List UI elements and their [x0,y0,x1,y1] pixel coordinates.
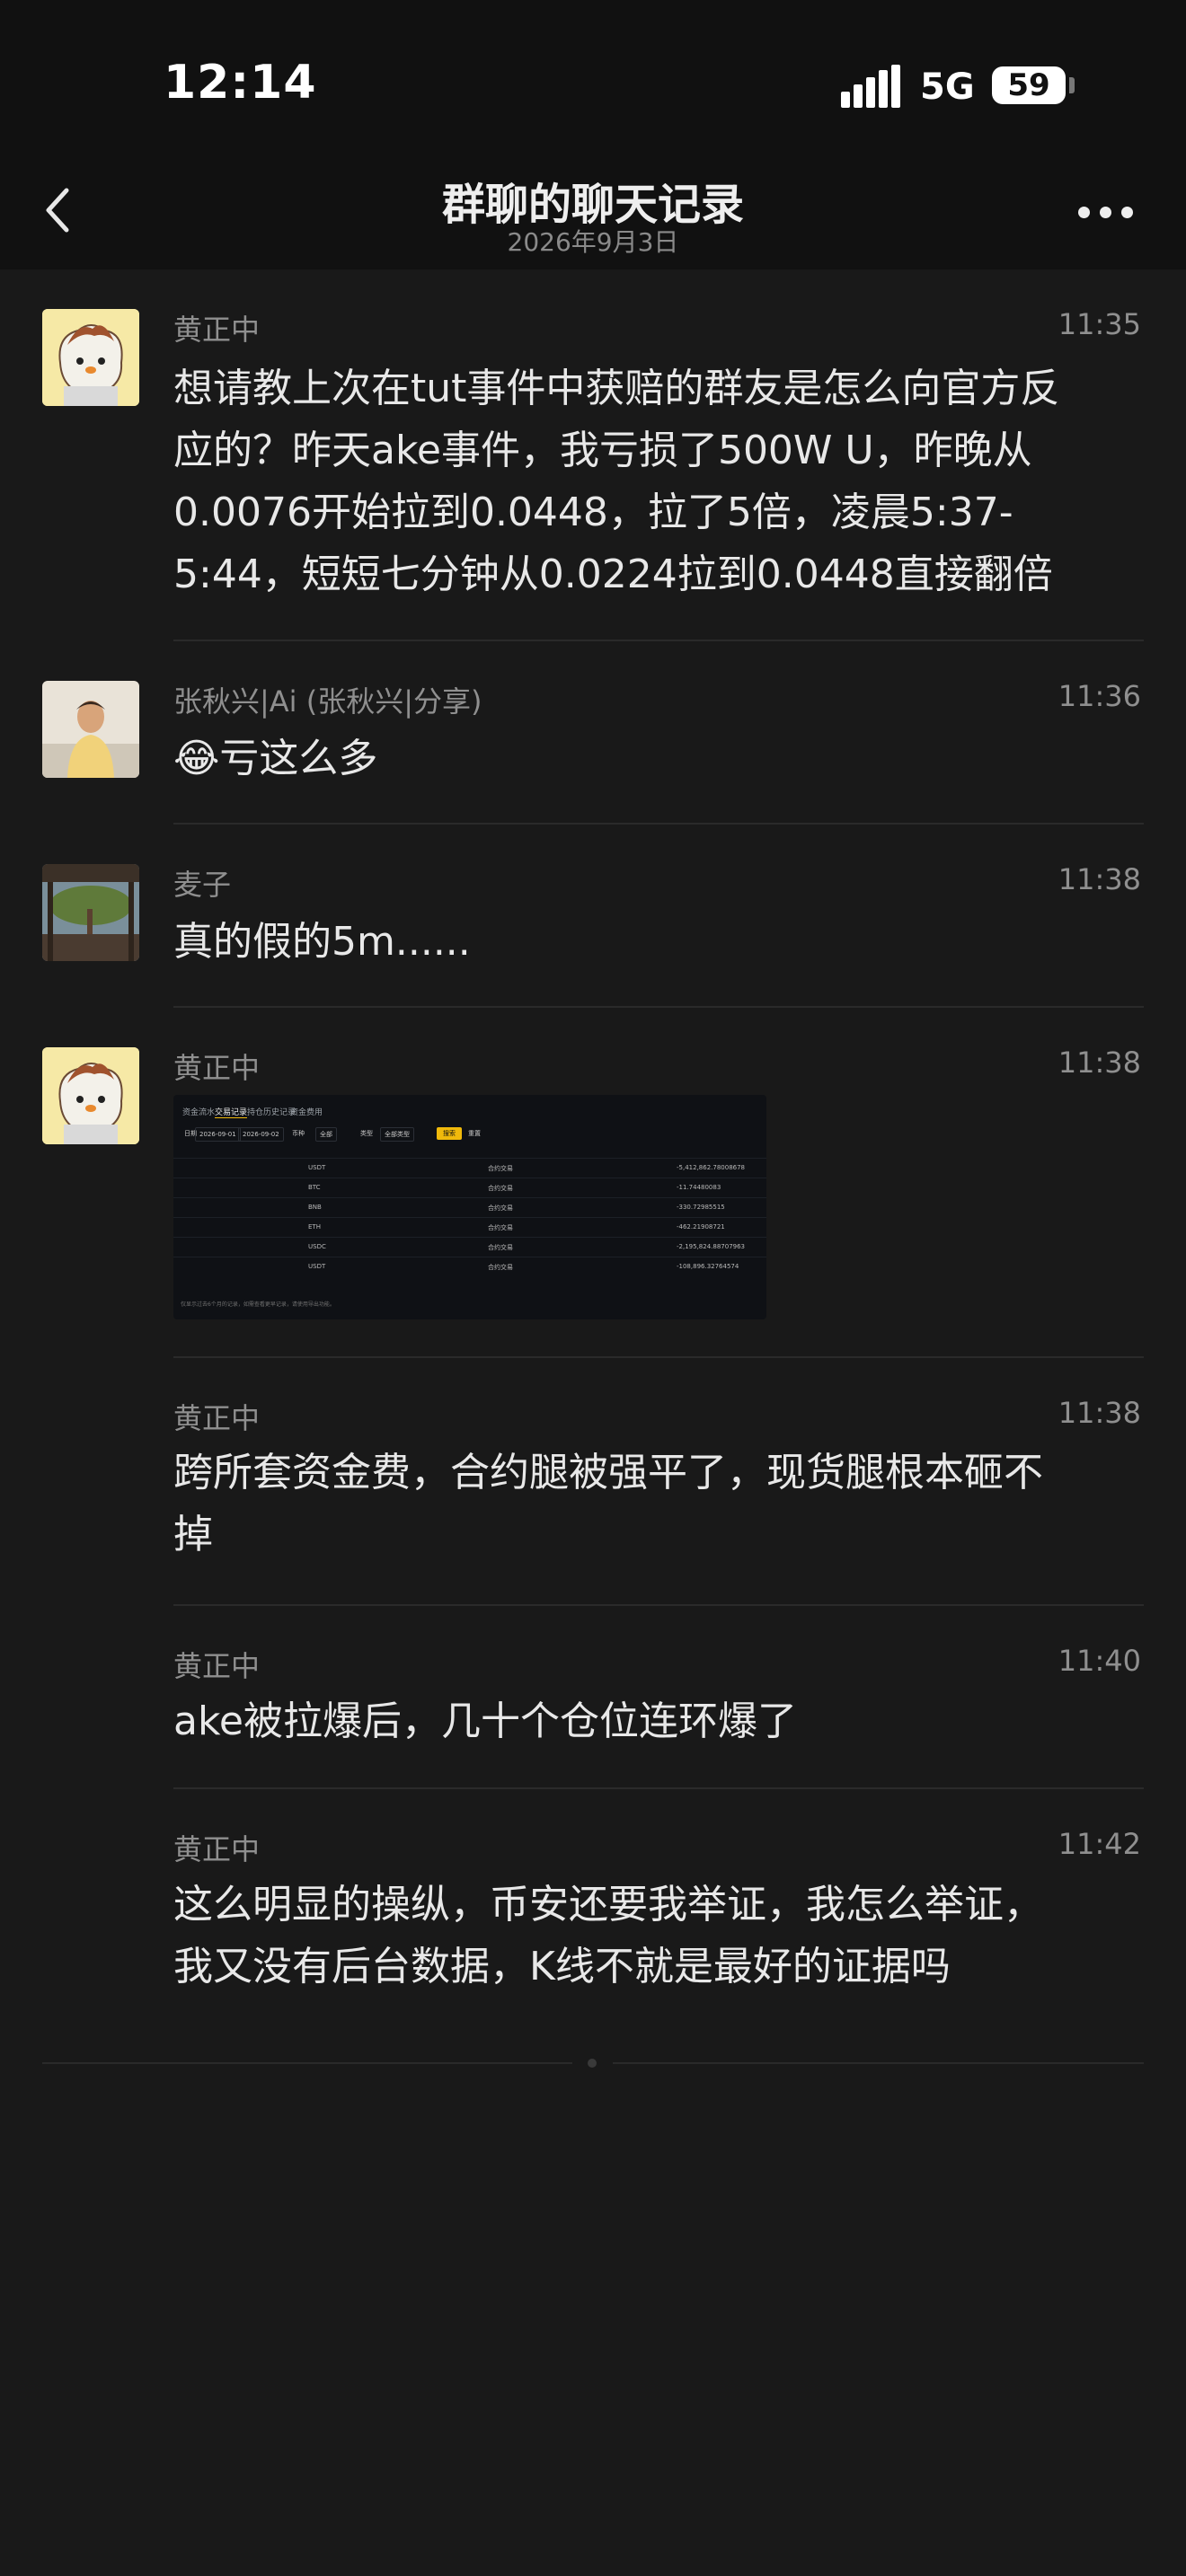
sender-name: 黄正中 [173,1832,261,1866]
message-line: 想请教上次在tut事件中获赔的群友是怎么向官方反 [173,366,1060,411]
shot-row: BNB 合约交易 -330.72985515 [173,1197,766,1216]
shot-row: USDT 合约交易 -108,896.32764574 [173,1257,766,1275]
cellular-signal-icon [841,65,900,108]
message-line: 5:44，短短七分钟从0.0224拉到0.0448直接翻倍 [173,551,1053,597]
shot-filter: 全部类型 [380,1127,414,1142]
shot-row: USDC 合约交易 -2,195,824.88707963 [173,1237,766,1256]
message-time: 11:35 [1058,307,1141,341]
shot-filter: 类型 [360,1130,373,1137]
shot-filter: 重置 [468,1130,481,1137]
message-line: ake被拉爆后，几十个仓位连环爆了 [173,1698,797,1744]
shot-row: USDT 合约交易 -5,412,862.78008678 [173,1158,766,1177]
shot-tab: 资金流水 [182,1108,216,1117]
divider [173,1356,1144,1358]
status-time: 12:14 [164,56,317,110]
message-line: 掉 [173,1512,213,1557]
shot-tab: 持仓历史记录 [247,1108,296,1117]
shot-tab: 交易记录 [215,1106,248,1118]
message-text[interactable]: 跨所套资金费，合约腿被强平了，现货腿根本砸不 掉 [173,1442,1144,1566]
more-options-icon[interactable] [1078,203,1141,221]
message-time: 11:40 [1058,1644,1141,1678]
shot-filter: 币种 [292,1130,305,1137]
divider [173,1006,1144,1008]
end-divider-dot [588,2059,597,2068]
shot-row: BTC 合约交易 -11.74480083 [173,1178,766,1196]
shot-row: ETH 合约交易 -462.21908721 [173,1217,766,1236]
network-type: 5G [920,66,975,108]
battery-tip [1069,77,1075,93]
shot-filter: 全部 [315,1127,337,1142]
nav-bar: 群聊的聊天记录 2026年9月3日 [0,153,1186,269]
shot-tab: 资金费用 [290,1108,323,1117]
shot-filter-row: 日期 2026-09-01 2026-09-02 币种 全部 类型 全部类型 搜… [181,1125,756,1142]
message-text[interactable]: ake被拉爆后，几十个仓位连环爆了 [173,1690,1144,1752]
end-divider-right [613,2062,1144,2064]
sender-name: 黄正中 [173,1401,261,1435]
message-text[interactable]: 这么明显的操纵，币安还要我举证，我怎么举证， 我又没有后台数据，K线不就是最好的… [173,1874,1144,1998]
message-text[interactable]: 想请教上次在tut事件中获赔的群友是怎么向官方反 应的？昨天ake事件，我亏损了… [173,357,1144,605]
shot-footnote: 仅显示过去6个月的记录，如需查看更早记录，请使用导出功能。 [181,1301,335,1308]
message-line: 应的？昨天ake事件，我亏损了500W U，昨晚从 [173,428,1032,473]
avatar[interactable] [42,864,139,961]
battery-icon: 59 [992,66,1066,104]
divider [173,1604,1144,1606]
sender-name: 张秋兴|Ai (张秋兴|分享) [173,684,482,719]
message-time: 11:38 [1058,1045,1141,1080]
status-bar: 12:14 5G 59 [0,0,1186,153]
avatar[interactable] [42,1047,139,1144]
avatar[interactable] [42,681,139,778]
message-text[interactable]: 😂亏这么多 [173,728,1144,790]
message-line: 0.0076开始拉到0.0448，拉了5倍，凌晨5:37- [173,490,1013,535]
message-time: 11:36 [1058,679,1141,713]
message-line: 这么明显的操纵，币安还要我举证，我怎么举证， [173,1882,1043,1928]
shot-filter: 2026-09-01 [195,1127,241,1142]
message-line: 跨所套资金费，合约腿被强平了，现货腿根本砸不 [173,1450,1043,1495]
sender-name: 黄正中 [173,313,261,347]
sender-name: 黄正中 [173,1649,261,1683]
end-divider-left [42,2062,572,2064]
image-attachment[interactable]: 资金流水 交易记录 持仓历史记录 资金费用 日期 2026-09-01 2026… [173,1095,766,1319]
shot-filter: 2026-09-02 [238,1127,284,1142]
sender-name: 黄正中 [173,1051,261,1085]
message-time: 11:38 [1058,862,1141,896]
message-line: 真的假的5m...... [173,919,471,965]
divider [173,1787,1144,1789]
page-subtitle-date: 2026年9月3日 [507,227,679,257]
message-time: 11:38 [1058,1396,1141,1430]
divider [173,640,1144,641]
message-line: 我又没有后台数据，K线不就是最好的证据吗 [173,1944,951,1989]
message-line: 😂亏这么多 [173,736,378,781]
shot-search-button: 搜索 [437,1127,462,1140]
avatar[interactable] [42,309,139,406]
message-text[interactable]: 真的假的5m...... [173,911,1144,973]
sender-name: 麦子 [173,868,232,902]
message-time: 11:42 [1058,1827,1141,1861]
divider [173,823,1144,825]
